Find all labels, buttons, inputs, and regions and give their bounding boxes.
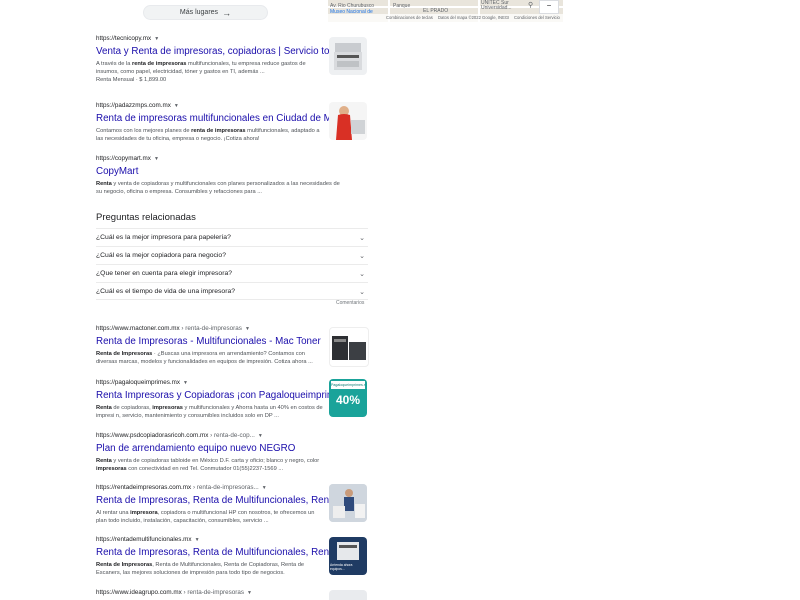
related-question[interactable]: ¿Que tener en cuenta para elegir impreso… <box>96 264 368 282</box>
zoom-out-button[interactable]: − <box>539 0 559 14</box>
printers-thumbnail[interactable] <box>329 327 369 367</box>
search-result: https://copymart.mx ▼ CopyMart Renta y ve… <box>96 155 368 196</box>
result-url[interactable]: https://pagaloqueimprimes.mx ▼ <box>96 379 368 388</box>
more-options-icon[interactable]: ▼ <box>183 380 188 386</box>
result-url[interactable]: https://copymart.mx ▼ <box>96 155 368 164</box>
printer-image <box>334 43 362 70</box>
result-url[interactable]: https://tecnicopy.mx ▼ <box>96 35 368 44</box>
result-title-link[interactable]: Renta Impresoras y Copiadoras ¡con Pagal… <box>96 390 368 402</box>
result-snippet: Renta de Impresoras, Renta de Multifunci… <box>96 562 305 577</box>
more-options-icon[interactable]: ▼ <box>174 103 179 109</box>
person-image <box>336 106 365 140</box>
result-title-link[interactable]: CopyMart <box>96 166 368 178</box>
more-places-button[interactable]: Más lugares → <box>143 5 268 20</box>
chevron-down-icon: ⌄ <box>359 252 365 260</box>
result-title-link[interactable]: Renta de Impresoras, Renta de Multifunci… <box>96 495 368 507</box>
arrow-right-icon: → <box>222 7 232 18</box>
related-question[interactable]: ¿Cuál es el tiempo de vida de una impres… <box>96 282 368 300</box>
search-result: https://www.psdcopiadorasricoh.com.mx › … <box>96 432 368 473</box>
question-text: ¿Cuál es el tiempo de vida de una impres… <box>96 288 236 295</box>
result-snippet: Renta y venta de copiadoras y multifunci… <box>96 181 340 196</box>
question-text: ¿Cuál es la mejor copiadora para negocio… <box>96 252 226 259</box>
search-result: https://tecnicopy.mx ▼ Venta y Renta de i… <box>96 35 368 85</box>
result-url[interactable]: https://www.mactoner.com.mx › renta-de-i… <box>96 325 368 334</box>
result-snippet: Contamos con los mejores planes de renta… <box>96 128 320 143</box>
more-places-label: Más lugares <box>179 9 219 16</box>
related-question[interactable]: ¿Cuál es la mejor copiadora para negocio… <box>96 246 368 264</box>
result-title-link[interactable]: Renta de Impresoras, Renta de Multifunci… <box>96 547 368 559</box>
feedback-link[interactable]: Comentarios <box>336 300 364 306</box>
search-result: https://www.mactoner.com.mx › renta-de-i… <box>96 325 368 366</box>
office-thumbnail[interactable] <box>329 484 367 522</box>
result-breadcrumb: › renta-de-impresoras... <box>192 484 259 491</box>
person-printer-thumbnail[interactable] <box>329 102 367 140</box>
result-snippet: Renta de copiadoras, impresoras y multif… <box>96 405 323 420</box>
result-url-text: https://www.mactoner.com.mx <box>96 325 180 332</box>
map-preview[interactable]: Av. Rio Churubusco Museo Nacional de Pan… <box>328 0 563 22</box>
search-result: https://rentademultifuncionales.mx ▼ Rent… <box>96 536 368 577</box>
search-result: https://pagaloqueimprimes.mx ▼ Renta Impr… <box>96 379 368 420</box>
chevron-down-icon: ⌄ <box>359 270 365 278</box>
result-url-text: https://www.psdcopiadorasricoh.com.mx <box>96 432 209 439</box>
related-questions-heading: Preguntas relacionadas <box>96 212 196 223</box>
result-url[interactable]: https://padazzmps.com.mx ▼ <box>96 102 368 111</box>
result-url-text: https://padazzmps.com.mx <box>96 102 171 109</box>
chevron-down-icon: ⌄ <box>359 288 365 296</box>
result-extra: Renta Mensual · $ 1,899.00 <box>96 77 167 84</box>
result-title-link[interactable]: Renta de Impresoras - Multifuncionales -… <box>96 336 368 348</box>
idea-thumbnail[interactable] <box>329 590 367 600</box>
result-breadcrumb: › renta-de-cop... <box>210 432 255 439</box>
map-pin-icon: ⚲ <box>528 2 534 9</box>
promo-brand: Pagaloqueimprimes.mx <box>331 381 365 389</box>
result-title-link[interactable]: Renta de impresoras multifuncionales en … <box>96 113 368 125</box>
chevron-down-icon: ⌄ <box>359 234 365 242</box>
more-options-icon[interactable]: ▼ <box>195 537 200 543</box>
search-result: https://padazzmps.com.mx ▼ Renta de impre… <box>96 102 368 143</box>
result-url[interactable]: https://www.psdcopiadorasricoh.com.mx › … <box>96 432 368 441</box>
result-url-text: https://rentademultifuncionales.mx <box>96 536 192 543</box>
more-options-icon[interactable]: ▼ <box>247 590 252 596</box>
result-url-text: https://rentadeimpresoras.com.mx <box>96 484 192 491</box>
rental-caption: Arrienda ahora equipos... <box>330 563 353 571</box>
map-footer-terms[interactable]: Condiciones del Servicio <box>514 15 560 20</box>
search-result: https://rentadeimpresoras.com.mx › renta… <box>96 484 368 525</box>
rental-thumbnail[interactable]: Arrienda ahora equipos... <box>329 537 367 575</box>
related-question[interactable]: ¿Cuál es la mejor impresora para papeler… <box>96 228 368 246</box>
more-options-icon[interactable]: ▼ <box>245 326 250 332</box>
more-options-icon[interactable]: ▼ <box>154 36 159 42</box>
result-title-link[interactable]: Plan de arrendamiento equipo nuevo NEGRO <box>96 443 368 455</box>
result-snippet: Al rentar una impresora, copiadora o mul… <box>96 510 315 525</box>
result-snippet: Renta de Impresoras · ¿Buscas una impres… <box>96 351 313 366</box>
more-options-icon[interactable]: ▼ <box>258 433 263 439</box>
map-footer-keys[interactable]: Combinaciones de teclas <box>386 15 433 20</box>
map-footer: Combinaciones de teclas Datos del mapa ©… <box>328 14 563 22</box>
promo-thumbnail[interactable]: Pagaloqueimprimes.mx 40% <box>329 379 367 417</box>
question-text: ¿Que tener en cuenta para elegir impreso… <box>96 270 233 277</box>
more-options-icon[interactable]: ▼ <box>154 156 159 162</box>
result-breadcrumb: › renta-de-impresoras <box>183 589 245 596</box>
more-options-icon[interactable]: ▼ <box>262 485 267 491</box>
result-snippet: A través de la renta de impresoras multi… <box>96 61 306 76</box>
result-url-text: https://pagaloqueimprimes.mx <box>96 379 180 386</box>
promo-badge: 40% <box>335 393 361 407</box>
map-label: Panque <box>393 3 411 9</box>
result-title-link[interactable]: Venta y Renta de impresoras, copiadoras … <box>96 46 368 58</box>
question-text: ¿Cuál es la mejor impresora para papeler… <box>96 234 231 241</box>
result-url[interactable]: https://rentadeimpresoras.com.mx › renta… <box>96 484 368 493</box>
result-breadcrumb: › renta-de-impresoras <box>181 325 242 332</box>
search-result: https://www.ideagrupo.com.mx › renta-de-… <box>96 589 368 598</box>
map-label: Universidad... <box>481 5 512 11</box>
printer-thumbnail[interactable] <box>329 37 367 75</box>
result-snippet: Renta y venta de copiadoras tabloide en … <box>96 458 320 473</box>
result-url-text: https://www.ideagrupo.com.mx <box>96 589 182 596</box>
result-url-text: https://tecnicopy.mx <box>96 35 152 42</box>
office-image <box>329 484 367 522</box>
result-url-text: https://copymart.mx <box>96 155 151 162</box>
result-url[interactable]: https://rentademultifuncionales.mx ▼ <box>96 536 368 545</box>
printers-image <box>332 336 366 360</box>
divider <box>96 299 368 300</box>
result-url[interactable]: https://www.ideagrupo.com.mx › renta-de-… <box>96 589 368 598</box>
map-footer-data: Datos del mapa ©2022 Google, INEGI <box>438 15 510 20</box>
